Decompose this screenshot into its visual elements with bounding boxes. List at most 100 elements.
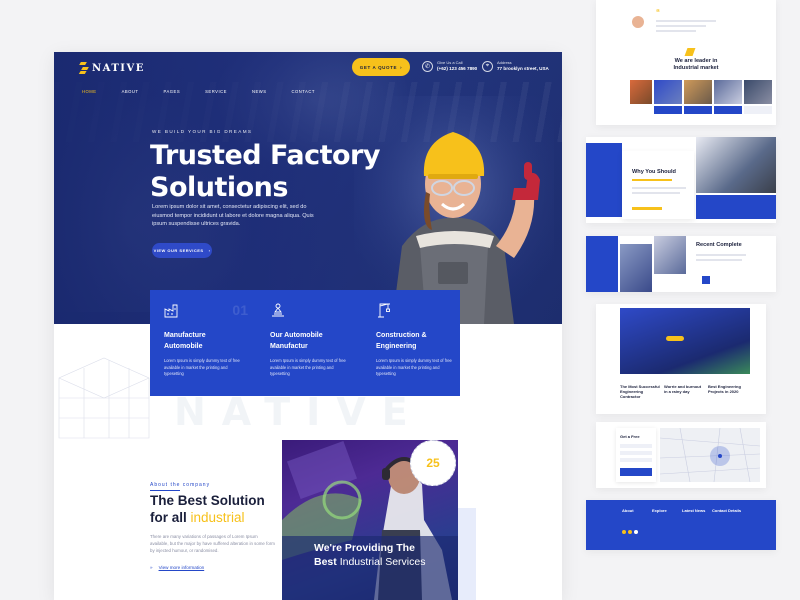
social-icon[interactable] xyxy=(622,530,626,534)
feature-card[interactable]: Manufacture Automobile Lorem Ipsum is si… xyxy=(150,290,256,396)
about-title-line2: for all industrial xyxy=(150,509,265,526)
hero-title-line2: Solutions xyxy=(150,172,288,203)
project-image xyxy=(654,236,686,274)
news-section: The Most Successful Engineering Contract… xyxy=(596,304,766,414)
nav-item-contact[interactable]: CONTACT xyxy=(292,89,315,94)
address-text: 77 brooklyn street, USA xyxy=(497,66,549,71)
form-input[interactable] xyxy=(620,444,652,448)
get-a-quote-button[interactable]: GET A QUOTE › xyxy=(352,58,410,76)
brand-name: NATIVE xyxy=(92,62,145,74)
hero-title: Trusted Factory Solutions xyxy=(150,140,380,204)
feature-title-line1: Construction & xyxy=(376,332,427,339)
footer-col-title: Contact Details xyxy=(712,508,742,513)
promo-caption-line1: We're Providing The xyxy=(314,542,415,554)
feature-title: Manufacture Automobile xyxy=(164,331,242,352)
social-icon[interactable] xyxy=(628,530,632,534)
service-label-bar xyxy=(684,106,712,114)
project-image xyxy=(620,244,652,292)
blue-decoration xyxy=(586,143,622,217)
engineer-image xyxy=(696,137,776,193)
form-title: Get a Free xyxy=(620,434,640,439)
service-label-bar xyxy=(714,106,742,114)
logo-mark-icon xyxy=(80,62,88,74)
phone-number: (+62) 123 456 7890 xyxy=(437,66,478,71)
promo-caption-light: Industrial Services xyxy=(339,556,426,568)
promo-caption: We're Providing The Best Industrial Serv… xyxy=(314,541,425,569)
arrow-right-icon: › xyxy=(208,248,211,253)
thumbnail-image xyxy=(684,80,712,104)
brand-logo[interactable]: NATIVE xyxy=(80,62,145,74)
location-pin-icon: ⌖ xyxy=(482,60,493,72)
stats-bar xyxy=(696,195,776,219)
logo-mark-icon xyxy=(684,48,696,56)
feature-card[interactable]: Construction & Engineering Lorem Ipsum i… xyxy=(362,290,468,396)
about-title-highlight: industrial xyxy=(190,510,245,525)
about-kicker: About the company xyxy=(150,482,211,488)
years-badge: 25 xyxy=(410,440,456,486)
feature-title: Construction & Engineering xyxy=(376,331,454,352)
view-services-button[interactable]: VIEW OUR SERVICES › xyxy=(152,243,212,258)
news-title[interactable]: The Most Successful Engineering Contract… xyxy=(620,384,660,399)
view-services-label: VIEW OUR SERVICES xyxy=(153,248,204,253)
native-watermark: NATIVE xyxy=(174,390,424,434)
news-title[interactable]: Best Engineering Projects in 2020 xyxy=(708,384,748,394)
homepage-mockup: NATIVE GET A QUOTE › ✆ Give Us a Call (+… xyxy=(54,52,562,600)
recent-title: Recent Complete xyxy=(696,242,742,248)
hero-kicker: WE BUILD YOUR BIG DREAMS xyxy=(152,129,253,134)
phone-contact[interactable]: ✆ Give Us a Call (+62) 123 456 7890 xyxy=(422,60,477,72)
about-title-line1: The Best Solution xyxy=(150,493,265,508)
nav-item-news[interactable]: NEWS xyxy=(252,89,267,94)
thumbnail-image xyxy=(714,80,742,104)
news-title[interactable]: Worrie and burnout in a rainy day xyxy=(664,384,704,394)
feature-title-line2: Automobile xyxy=(164,342,203,350)
form-input[interactable] xyxy=(620,451,652,455)
testimonial-text-line xyxy=(656,30,696,32)
blue-decoration xyxy=(458,508,476,600)
promo-caption-bold: Best xyxy=(314,556,337,568)
view-more-label: View more information xyxy=(158,565,205,570)
leader-title-line1: We are leader in xyxy=(674,58,718,64)
form-input[interactable] xyxy=(620,458,652,462)
phone-label: Give Us a Call xyxy=(437,60,463,65)
features-strip: Manufacture Automobile Lorem Ipsum is si… xyxy=(150,290,460,396)
address-contact: ⌖ Address 77 brooklyn street, USA xyxy=(482,60,549,72)
service-label-bar xyxy=(654,106,682,114)
double-arrow-icon: » xyxy=(150,565,153,570)
contact-form: Get a Free xyxy=(616,428,656,482)
feature-card[interactable]: Our Automobile Manufactur Lorem Ipsum is… xyxy=(256,290,362,396)
next-arrow-button[interactable] xyxy=(702,276,710,284)
testimonial-text-line xyxy=(656,20,716,22)
view-more-link[interactable]: » View more information xyxy=(150,565,204,570)
leader-card: “ We are leader in Industrial market xyxy=(596,0,776,125)
nav-item-home[interactable]: HOME xyxy=(82,89,97,94)
text-line xyxy=(632,192,680,194)
why-text-box: Why You Should xyxy=(622,151,694,219)
about-kicker-underline xyxy=(150,490,180,491)
nav-item-about[interactable]: ABOUT xyxy=(122,89,139,94)
text-line xyxy=(696,259,742,261)
form-submit-button[interactable] xyxy=(620,468,652,476)
play-badge[interactable] xyxy=(666,336,684,341)
social-icon[interactable] xyxy=(634,530,638,534)
main-nav: HOME ABOUT PAGES SERVICE NEWS CONTACT xyxy=(82,89,340,94)
footer-col-title: About xyxy=(622,508,634,513)
avatar xyxy=(632,16,644,28)
leader-title: We are leader in Industrial market xyxy=(656,58,736,72)
text-line xyxy=(696,254,746,256)
nav-item-service[interactable]: SERVICE xyxy=(205,89,227,94)
crane-icon xyxy=(378,303,390,318)
feature-title-line2: Manufactur xyxy=(270,342,308,350)
feature-text: Lorem Ipsum is simply dummy text of free… xyxy=(376,358,452,376)
footer-col-title: Explore xyxy=(652,508,667,513)
inner-pages-column: “ We are leader in Industrial market Why… xyxy=(586,0,776,600)
building-sketch-decoration xyxy=(58,357,150,439)
about-description: There are many variations of passages of… xyxy=(150,534,275,553)
thumbnail-image xyxy=(744,80,772,104)
about-title: The Best Solution for all industrial xyxy=(150,492,265,526)
map[interactable] xyxy=(660,428,760,482)
feature-text: Lorem Ipsum is simply dummy text of free… xyxy=(164,358,240,376)
quote-icon: “ xyxy=(656,8,660,17)
yellow-accent-line xyxy=(632,179,672,181)
feature-title-line1: Our Automobile xyxy=(270,332,323,339)
nav-item-pages[interactable]: PAGES xyxy=(164,89,181,94)
